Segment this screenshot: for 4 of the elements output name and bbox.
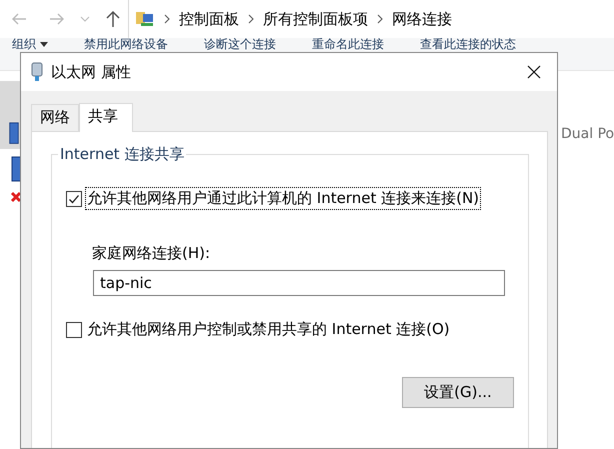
group-title: Internet 连接共享 (58, 145, 186, 164)
dialog-title: 以太网 属性 (51, 62, 132, 82)
field-label: 家庭网络连接(H): (92, 244, 212, 263)
connection-detail: Dual Po (561, 126, 614, 142)
